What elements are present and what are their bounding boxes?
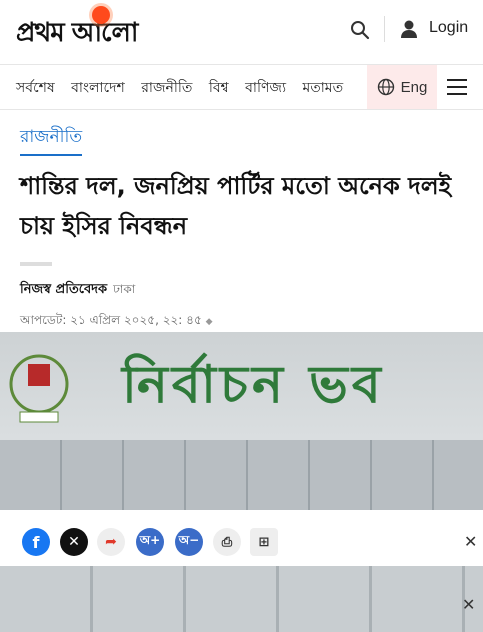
photo-windows — [0, 440, 483, 510]
share-arrow-icon[interactable]: ➦ — [97, 528, 125, 556]
nav-item-latest[interactable]: সর্বশেষ — [16, 80, 55, 96]
x-share-icon[interactable]: ✕ — [60, 528, 88, 556]
login-link[interactable]: Login — [429, 19, 468, 37]
logo-sun-icon — [92, 6, 110, 24]
logo-text: প্রথম আলো — [16, 18, 138, 48]
updated-timestamp: আপডেট: ২১ এপ্রিল ২০২৫, ২২: ৪৫ ◆ — [20, 312, 212, 332]
bookmark-icon[interactable]: ⊞ — [250, 528, 278, 556]
building-sign-text: নির্বাচন ভব — [122, 354, 385, 415]
nav-item-world[interactable]: বিশ্ব — [209, 80, 229, 96]
close-share-icon[interactable]: ✕ — [464, 532, 477, 551]
election-commission-emblem — [9, 354, 69, 423]
author-name[interactable]: নিজস্ব প্রতিবেদক — [20, 282, 107, 297]
language-switch-button[interactable]: Eng — [367, 65, 437, 109]
byline-divider — [20, 262, 52, 266]
user-icon[interactable] — [399, 19, 419, 39]
nav-item-bangladesh[interactable]: বাংলাদেশ — [71, 80, 125, 96]
updated-text: আপডেট: ২১ এপ্রিল ২০২৫, ২২: ৪৫ — [20, 313, 202, 327]
share-bar: f ✕ ➦ অ+ অ− ⎙ ⊞ ✕ — [0, 510, 483, 566]
language-label: Eng — [400, 78, 428, 96]
close-ad-icon[interactable]: ✕ — [462, 595, 475, 614]
article-headline: শান্তির দল, জনপ্রিয় পার্টির মতো অনেক দল… — [20, 172, 452, 240]
hamburger-menu-icon[interactable] — [447, 79, 467, 95]
section-link[interactable]: রাজনীতি — [20, 124, 83, 156]
ad-banner — [0, 566, 483, 632]
byline: নিজস্ব প্রতিবেদক ঢাকা — [20, 280, 135, 301]
nav-items: সর্বশেষ বাংলাদেশ রাজনীতি বিশ্ব বাণিজ্য ম… — [16, 76, 355, 100]
font-increase-icon[interactable]: অ+ — [136, 528, 164, 556]
nav-item-opinion[interactable]: মতামত — [302, 80, 343, 96]
author-location: ঢাকা — [113, 282, 136, 296]
nav-item-business[interactable]: বাণিজ্য — [245, 80, 286, 96]
font-decrease-icon[interactable]: অ− — [175, 528, 203, 556]
print-icon[interactable]: ⎙ — [213, 528, 241, 556]
search-icon[interactable] — [350, 20, 370, 40]
category-nav: সর্বশেষ বাংলাদেশ রাজনীতি বিশ্ব বাণিজ্য ম… — [0, 64, 483, 110]
nav-item-politics[interactable]: রাজনীতি — [141, 80, 192, 96]
facebook-share-icon[interactable]: f — [22, 528, 50, 556]
header-divider — [384, 16, 385, 42]
expand-timestamp-icon[interactable]: ◆ — [206, 317, 213, 327]
globe-icon — [377, 78, 394, 96]
site-header: প্রথম আলো Login — [0, 0, 483, 60]
site-logo[interactable]: প্রথম আলো — [16, 6, 138, 56]
